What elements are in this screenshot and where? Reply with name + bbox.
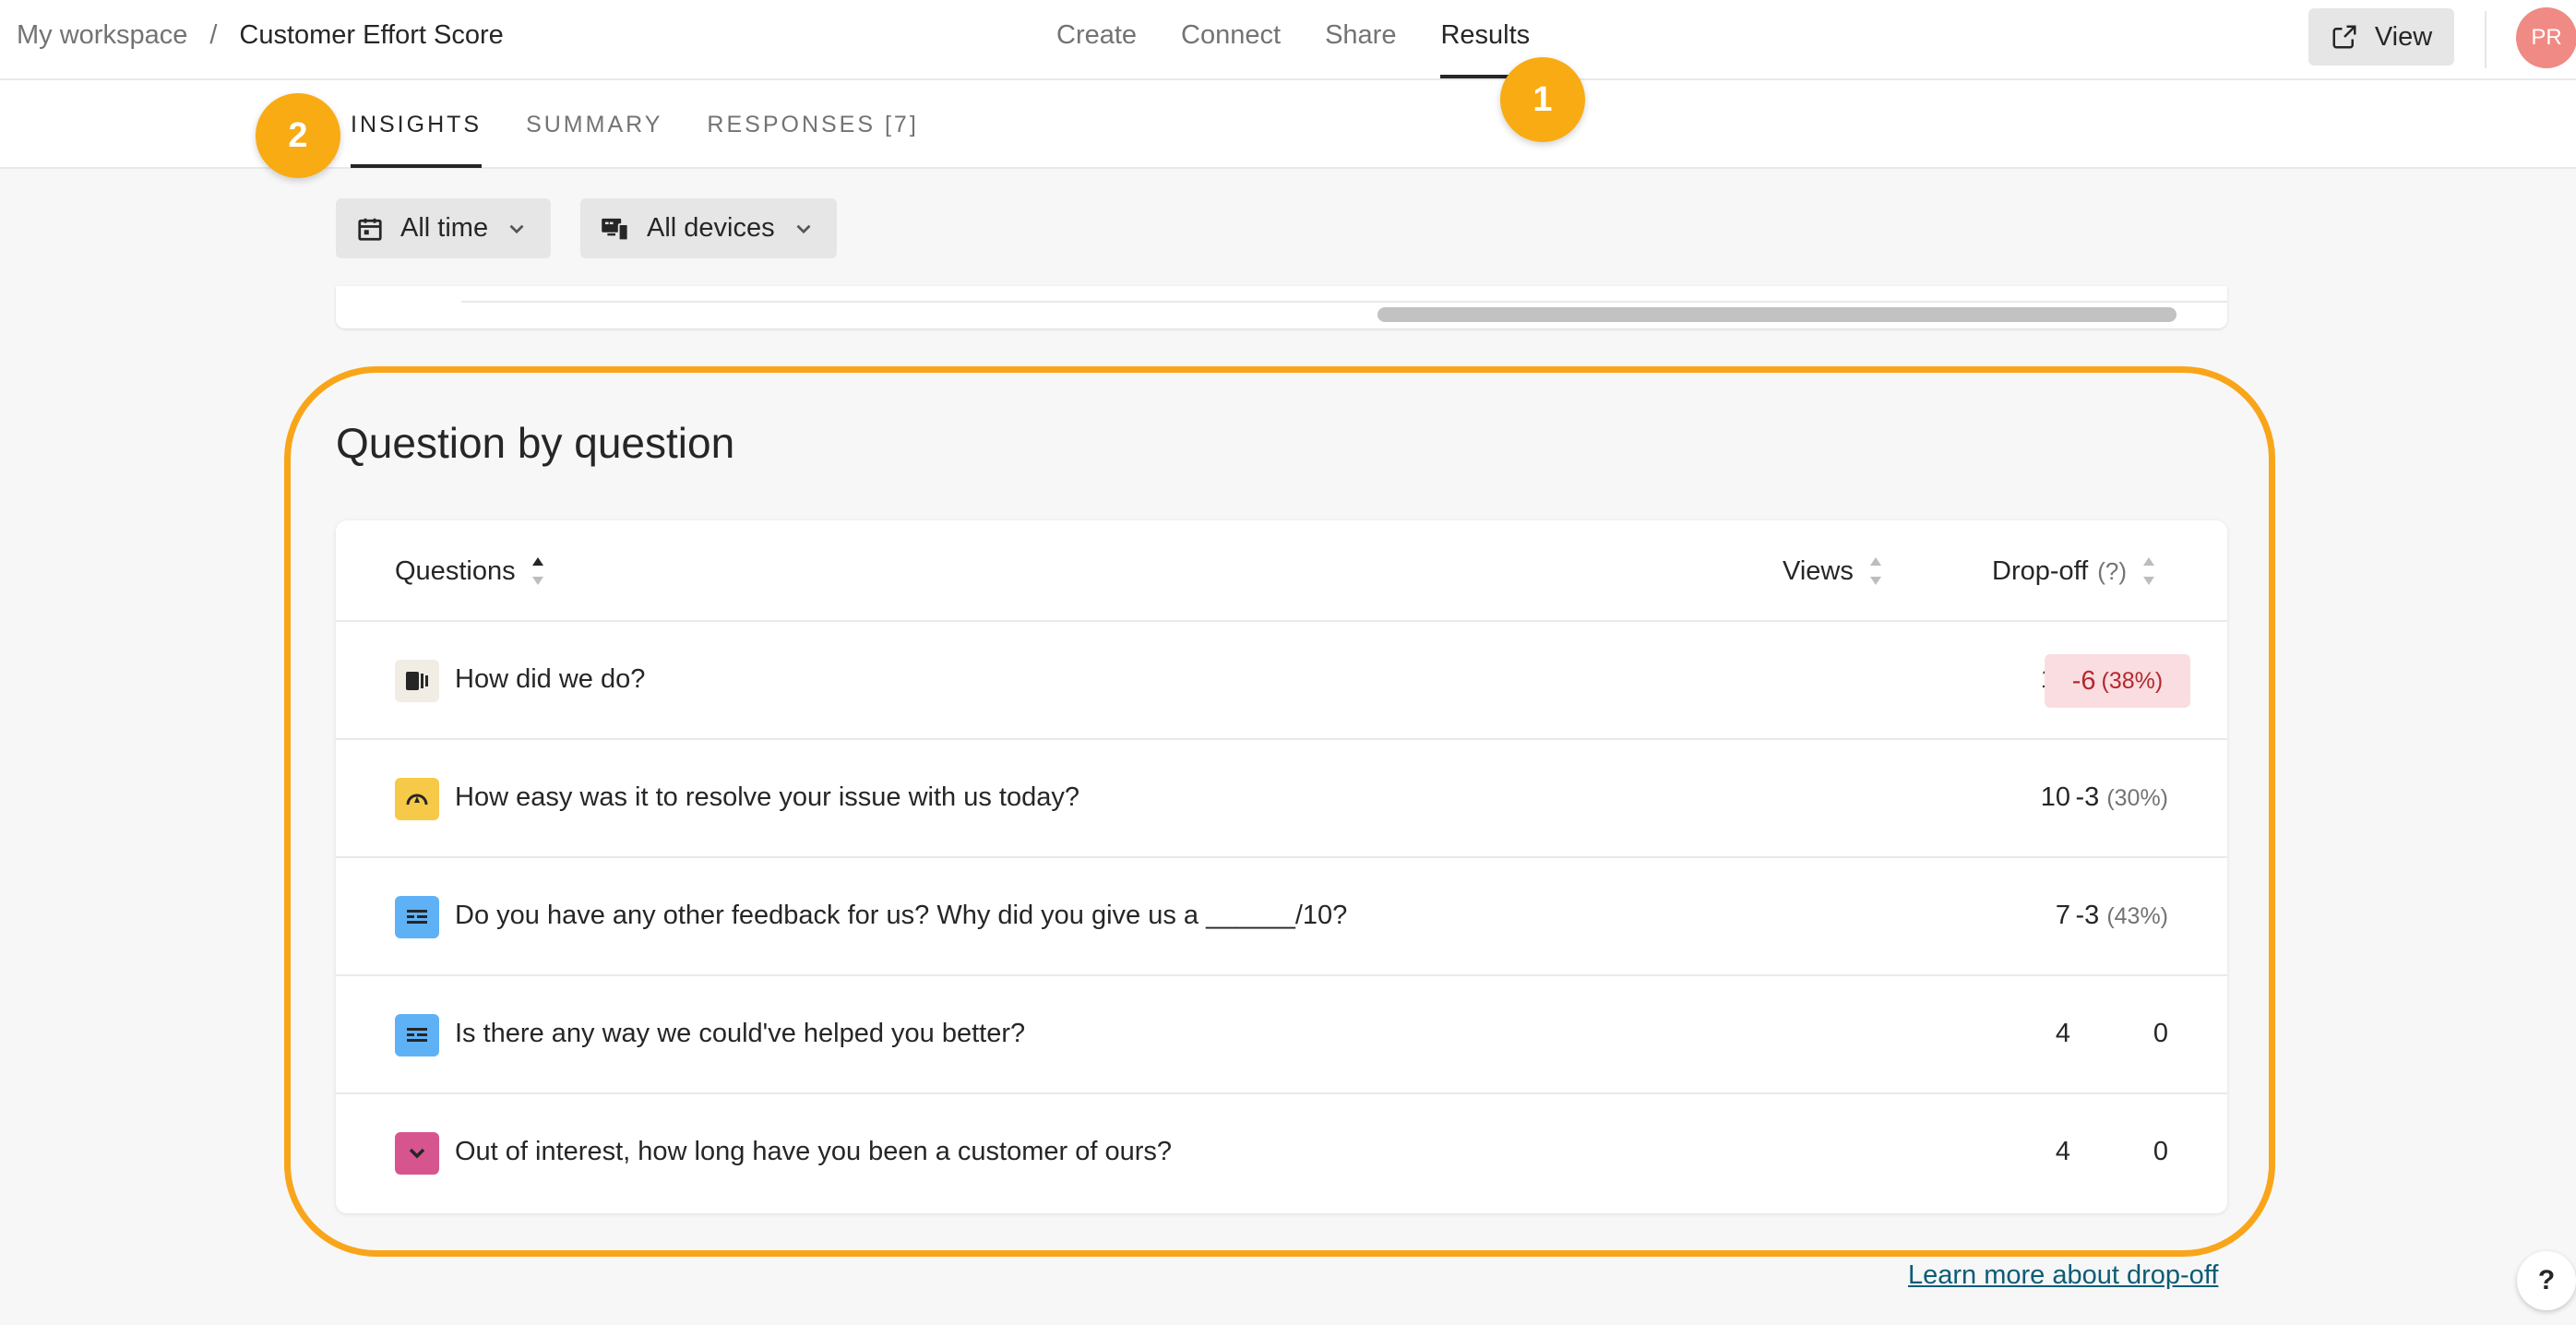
breadcrumb: My workspace / Customer Effort Score: [17, 20, 504, 51]
chevron-down-icon: [509, 224, 524, 233]
sort-icon: [1868, 555, 1883, 587]
breadcrumb-workspace[interactable]: My workspace: [17, 20, 187, 51]
devices-icon: [602, 218, 629, 241]
top-bar: My workspace / Customer Effort Score Cre…: [0, 0, 2576, 80]
dropoff-column-header[interactable]: Drop-off (?): [1992, 555, 2156, 587]
main-nav: Create Connect Share Results: [1056, 20, 1574, 78]
chart-card-bottom: [336, 286, 2227, 328]
dropoff-cell: -3 (30%): [2075, 782, 2168, 813]
dropoff-value: -3: [2075, 782, 2100, 812]
long-text-icon: [395, 896, 439, 938]
device-filter-dropdown[interactable]: All devices: [580, 198, 837, 258]
question-text: Is there any way we could've helped you …: [455, 1019, 1026, 1048]
breadcrumb-separator: /: [209, 20, 218, 50]
table-row[interactable]: Is there any way we could've helped you …: [336, 976, 2227, 1094]
callout-2: 2: [256, 93, 340, 178]
form-title[interactable]: Customer Effort Score: [239, 20, 503, 51]
question-text: Out of interest, how long have you been …: [455, 1137, 1173, 1166]
table-row[interactable]: Out of interest, how long have you been …: [336, 1094, 2227, 1212]
nav-create[interactable]: Create: [1056, 20, 1137, 51]
horizontal-scrollbar[interactable]: [1377, 307, 2176, 322]
dropoff-value: -6: [2071, 665, 2096, 696]
view-button-label: View: [2374, 21, 2433, 52]
question-text: How easy was it to resolve your issue wi…: [455, 782, 1079, 812]
dropoff-value: 0: [2153, 1019, 2168, 1048]
nav-share[interactable]: Share: [1325, 20, 1396, 51]
view-button[interactable]: View: [2308, 8, 2454, 66]
views-header-label: Views: [1783, 555, 1854, 586]
views-count: 4: [2055, 1137, 2070, 1166]
dropoff-cell: 0: [2153, 1137, 2168, 1167]
learn-more-dropoff-link[interactable]: Learn more about drop-off: [1908, 1260, 2218, 1291]
rating-dial-icon: [395, 778, 439, 820]
external-link-icon: [2332, 25, 2356, 49]
chevron-down-icon: [796, 224, 811, 233]
dropoff-header-label: Drop-off: [1992, 555, 2089, 586]
dropoff-percent: (38%): [2101, 667, 2164, 694]
dropoff-value: 0: [2153, 1137, 2168, 1166]
time-filter-dropdown[interactable]: All time: [336, 198, 551, 258]
dropdown-icon: [395, 1132, 439, 1175]
opinion-scale-icon: [395, 660, 439, 702]
question-table: Questions Views Drop-off (?) How did we …: [336, 520, 2227, 1213]
callout-1: 1: [1500, 57, 1585, 142]
tab-responses[interactable]: RESPONSES [7]: [707, 112, 918, 138]
question-text: Do you have any other feedback for us? W…: [455, 901, 1348, 930]
views-count: 7: [2055, 901, 2070, 930]
table-row[interactable]: How did we do? 16 -6 (38%): [336, 622, 2227, 740]
section-title: Question by question: [336, 419, 735, 467]
dropoff-percent: (30%): [2106, 785, 2168, 811]
time-filter-label: All time: [400, 213, 489, 243]
dropoff-percent: (43%): [2106, 903, 2168, 929]
header-divider: [2485, 11, 2487, 68]
table-header: Questions Views Drop-off (?): [336, 520, 2227, 622]
question-text: How did we do?: [455, 664, 646, 694]
results-subnav: INSIGHTS SUMMARY RESPONSES [7]: [0, 80, 2576, 169]
calendar-icon: [358, 218, 382, 241]
scroll-track: [461, 301, 2227, 303]
views-count: 10: [2040, 782, 2070, 812]
dropoff-cell: 0: [2153, 1019, 2168, 1049]
questions-header-label: Questions: [395, 555, 516, 586]
device-filter-label: All devices: [647, 213, 775, 243]
tab-summary[interactable]: SUMMARY: [526, 112, 662, 138]
long-text-icon: [395, 1014, 439, 1056]
table-row[interactable]: Do you have any other feedback for us? W…: [336, 858, 2227, 976]
dropoff-value: -3: [2075, 901, 2100, 930]
help-button[interactable]: ?: [2517, 1251, 2576, 1310]
views-column-header[interactable]: Views: [1783, 555, 1883, 587]
sort-icon: [2141, 555, 2156, 587]
views-count: 4: [2055, 1019, 2070, 1048]
nav-results[interactable]: Results: [1440, 20, 1530, 78]
avatar[interactable]: PR: [2516, 7, 2576, 68]
table-row[interactable]: How easy was it to resolve your issue wi…: [336, 740, 2227, 858]
dropoff-cell: -3 (43%): [2075, 901, 2168, 931]
dropoff-badge: -6 (38%): [2045, 654, 2190, 708]
sort-icon: [531, 555, 545, 587]
dropoff-help-icon[interactable]: (?): [2097, 557, 2127, 586]
questions-column-header[interactable]: Questions: [395, 555, 545, 587]
nav-connect[interactable]: Connect: [1181, 20, 1281, 51]
tab-insights[interactable]: INSIGHTS: [351, 112, 483, 168]
